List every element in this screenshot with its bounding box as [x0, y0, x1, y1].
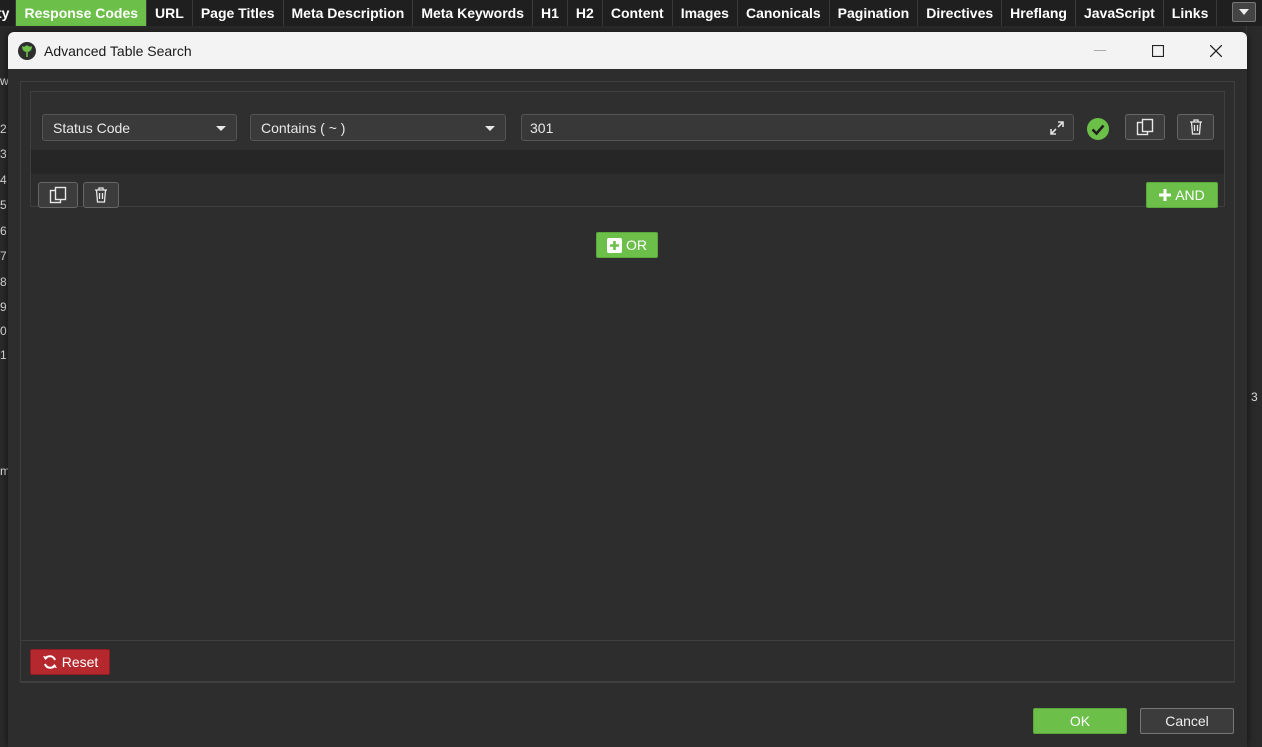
delete-group-button[interactable] [83, 182, 119, 208]
tab-images[interactable]: Images [673, 0, 738, 26]
copy-icon [1136, 118, 1154, 136]
search-conditions-panel: Status Code Contains ( ~ ) 301 AND OR [20, 81, 1235, 683]
valid-check-icon [1087, 118, 1109, 140]
field-select[interactable]: Status Code [42, 114, 237, 141]
main-tab-bar: ty Response Codes URL Page Titles Meta D… [0, 0, 1262, 26]
tab-canonicals[interactable]: Canonicals [738, 0, 830, 26]
reset-button[interactable]: Reset [30, 649, 110, 675]
expand-icon[interactable] [1049, 120, 1065, 136]
tab-overflow-button[interactable] [1232, 2, 1256, 22]
trash-icon [95, 187, 107, 203]
bg-digit: 7 [0, 249, 7, 263]
delete-condition-button[interactable] [1177, 114, 1214, 140]
condition-value-input[interactable] [521, 114, 1074, 141]
add-and-condition-button[interactable]: AND [1146, 182, 1218, 208]
tab-pagination[interactable]: Pagination [830, 0, 919, 26]
trash-icon [1189, 119, 1202, 135]
condition-row-strip [31, 150, 1224, 174]
ok-button[interactable]: OK [1033, 708, 1127, 734]
reset-bar: Reset [20, 640, 1235, 682]
background-right-strip: 3 [1246, 26, 1262, 747]
tab-hreflang[interactable]: Hreflang [1002, 0, 1076, 26]
chevron-down-icon [485, 126, 495, 131]
bg-digit: 9 [0, 300, 7, 314]
advanced-table-search-dialog: Advanced Table Search Status Code Contai… [8, 32, 1247, 747]
background-row-numbers: w 2 3 4 5 6 7 8 9 0 1 m [0, 26, 10, 747]
tab-directives[interactable]: Directives [918, 0, 1003, 26]
and-condition-group: Status Code Contains ( ~ ) 301 AND [30, 91, 1225, 208]
maximize-button[interactable] [1135, 32, 1181, 69]
tab-javascript[interactable]: JavaScript [1076, 0, 1164, 26]
chevron-down-icon [1239, 9, 1249, 15]
operator-select[interactable]: Contains ( ~ ) [250, 114, 506, 141]
tab-page-titles[interactable]: Page Titles [193, 0, 284, 26]
condition-row: Status Code Contains ( ~ ) [31, 92, 1224, 174]
field-select-value: Status Code [53, 119, 131, 136]
refresh-icon [42, 655, 57, 669]
app-logo-icon [18, 41, 36, 60]
minimize-button[interactable] [1077, 32, 1123, 69]
tab-security[interactable]: ty [0, 0, 17, 26]
plus-square-icon [607, 237, 622, 253]
tab-links[interactable]: Links [1164, 0, 1218, 26]
cancel-button[interactable]: Cancel [1140, 708, 1234, 734]
chevron-down-icon [216, 126, 226, 131]
reset-button-label: Reset [61, 654, 99, 670]
duplicate-condition-button[interactable] [1125, 114, 1165, 140]
bg-digit: 8 [0, 275, 7, 289]
close-button[interactable] [1193, 32, 1239, 69]
maximize-icon [1152, 44, 1164, 57]
add-or-group-button[interactable]: OR [596, 232, 658, 258]
bg-digit: 3 [0, 147, 7, 161]
and-button-label: AND [1175, 187, 1205, 203]
or-button-label: OR [626, 237, 647, 253]
tab-meta-keywords[interactable]: Meta Keywords [413, 0, 534, 26]
tab-content[interactable]: Content [603, 0, 673, 26]
bg-digit: 6 [0, 224, 7, 238]
plus-icon [1159, 189, 1172, 201]
operator-select-value: Contains ( ~ ) [261, 119, 346, 136]
bg-digit: 1 [0, 348, 7, 362]
bg-digit: 3 [1251, 390, 1258, 404]
tab-h2[interactable]: H2 [568, 0, 603, 26]
tab-url[interactable]: URL [147, 0, 193, 26]
minimize-icon [1094, 49, 1106, 51]
bg-digit: 0 [0, 324, 7, 338]
tab-meta-description[interactable]: Meta Description [284, 0, 414, 26]
bg-digit: 2 [0, 122, 7, 136]
duplicate-group-button[interactable] [38, 182, 78, 208]
dialog-titlebar[interactable]: Advanced Table Search [8, 32, 1247, 69]
bg-digit: 4 [0, 173, 7, 187]
bg-digit: 5 [0, 198, 7, 212]
close-icon [1210, 44, 1222, 57]
copy-icon [49, 186, 67, 204]
dialog-title: Advanced Table Search [44, 42, 192, 59]
tab-h1[interactable]: H1 [533, 0, 568, 26]
tab-response-codes[interactable]: Response Codes [16, 0, 148, 26]
